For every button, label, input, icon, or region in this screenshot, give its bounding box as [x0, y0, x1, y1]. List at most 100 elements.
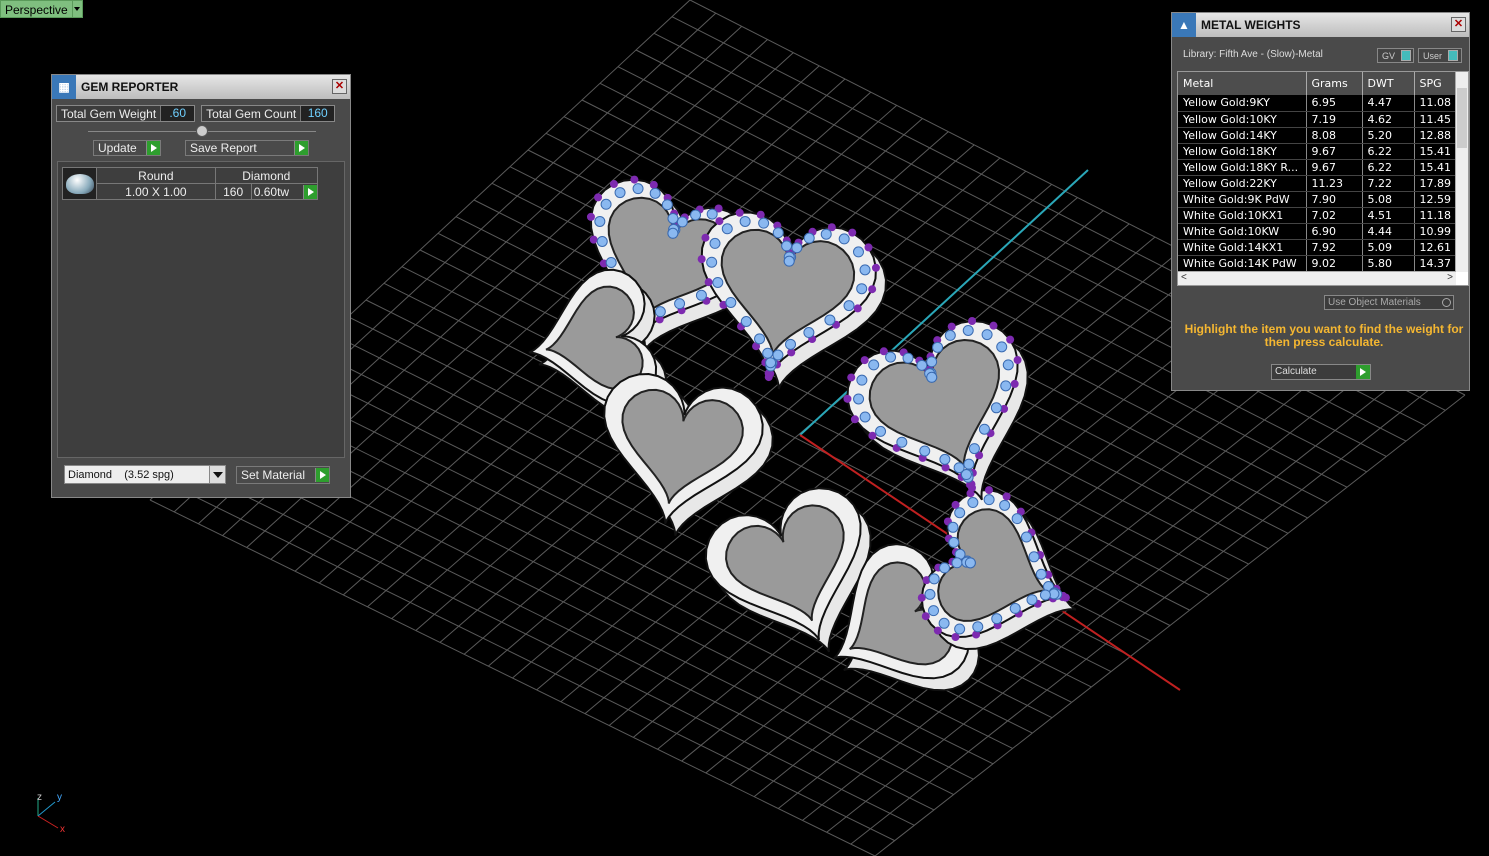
prong-gem	[701, 233, 710, 242]
diamond-gem	[991, 613, 1003, 625]
metal-table-container[interactable]: Metal Grams DWT SPG Yellow Gold:9KY 6.95 4.47…	[1177, 71, 1469, 286]
diamond-gem	[919, 445, 931, 457]
metal-table: Metal Grams DWT SPG Yellow Gold:9KY 6.95 4.47…	[1178, 72, 1459, 272]
table-row[interactable]: Yellow Gold:10KY 7.19 4.62 11.45	[1178, 111, 1459, 128]
diamond-gem	[972, 621, 984, 633]
table-cell: 9.02	[1306, 255, 1363, 272]
update-button[interactable]: Update	[93, 140, 161, 156]
diamond-gem	[885, 351, 897, 363]
table-row[interactable]: White Gold:9K PdW 7.90 5.08 12.59	[1178, 191, 1459, 208]
viewport-label[interactable]: Perspective	[0, 0, 83, 18]
user-toggle[interactable]: User	[1418, 48, 1462, 63]
prong-gem	[1010, 379, 1019, 388]
diamond-gem	[962, 324, 974, 336]
viewport-menu-arrow-icon[interactable]	[72, 0, 83, 18]
gem-weight: 0.60tw	[253, 184, 290, 199]
table-row[interactable]: Yellow Gold:18KY R... 9.67 6.22 15.41	[1178, 159, 1459, 176]
diamond-gem	[1028, 551, 1040, 563]
diamond-gem	[924, 588, 936, 600]
diamond-gem	[758, 217, 770, 229]
slider-handle[interactable]	[196, 125, 208, 137]
table-row[interactable]: Yellow Gold:9KY 6.95 4.47 11.08	[1178, 95, 1459, 112]
table-cell: Yellow Gold:22KY	[1178, 175, 1307, 192]
diamond-gem	[765, 357, 777, 369]
gem-row-detail[interactable]: 1.00 X 1.00 160 0.60tw	[63, 183, 319, 200]
table-cell: 8.08	[1306, 127, 1363, 144]
table-cell: 7.92	[1306, 239, 1363, 256]
3d-viewport[interactable]: Perspective ▦ GEM REPORTER ✕ Total Gem W…	[0, 0, 1489, 856]
gem-reporter-icon: ▦	[52, 75, 76, 99]
set-material-button[interactable]: Set Material	[236, 465, 330, 484]
diamond-gem	[859, 411, 871, 423]
gv-toggle[interactable]: GV	[1377, 48, 1414, 63]
diamond-gem	[803, 327, 815, 339]
calculate-button[interactable]: Calculate	[1271, 364, 1371, 380]
prong-gem	[847, 373, 856, 382]
close-icon[interactable]: ✕	[332, 79, 347, 94]
scroll-right-icon[interactable]: >	[1447, 272, 1453, 283]
table-cell: White Gold:10KW	[1178, 223, 1307, 240]
diamond-gem	[739, 215, 751, 227]
gem-count: 160	[214, 183, 252, 200]
metal-weights-title: METAL WEIGHTS	[1201, 18, 1301, 32]
table-row[interactable]: Yellow Gold:18KY 9.67 6.22 15.41	[1178, 143, 1459, 160]
prong-gem	[968, 317, 977, 326]
column-header[interactable]: SPG	[1414, 72, 1459, 95]
gem-row[interactable]: Round Diamond	[61, 167, 319, 200]
table-cell: Yellow Gold:9KY	[1178, 95, 1307, 112]
scrollbar-thumb[interactable]	[1457, 88, 1467, 148]
viewport-label-text[interactable]: Perspective	[0, 0, 73, 18]
table-row[interactable]: White Gold:10KW 6.90 4.44 10.99	[1178, 223, 1459, 240]
diamond-gem	[868, 359, 880, 371]
radio-icon[interactable]	[1442, 298, 1451, 307]
round-gem-icon	[65, 173, 94, 194]
gem-slider[interactable]	[88, 125, 316, 137]
column-header[interactable]: Metal	[1178, 72, 1307, 95]
vertical-scrollbar[interactable]	[1455, 72, 1468, 272]
table-row[interactable]: Yellow Gold:22KY 11.23 7.22 17.89	[1178, 175, 1459, 192]
diamond-gem	[996, 341, 1008, 353]
diamond-gem	[896, 436, 908, 448]
total-gem-count-value: 160	[300, 106, 335, 121]
diamond-gem	[939, 562, 951, 574]
diamond-gem	[1002, 359, 1014, 371]
table-cell: 7.90	[1306, 191, 1363, 208]
diamond-gem	[951, 557, 963, 569]
table-row[interactable]: Yellow Gold:14KY 8.08 5.20 12.88	[1178, 127, 1459, 144]
table-row[interactable]: White Gold:10KX1 7.02 4.51 11.18	[1178, 207, 1459, 224]
use-object-materials-label: Use Object Materials	[1328, 297, 1421, 308]
gem-reporter-titlebar[interactable]: ▦ GEM REPORTER ✕	[52, 75, 350, 99]
metal-weights-titlebar[interactable]: ▲ METAL WEIGHTS ✕	[1172, 13, 1469, 37]
save-report-button[interactable]: Save Report	[185, 140, 309, 156]
diamond-gem	[948, 536, 960, 548]
gizmo-y-label: y	[57, 792, 62, 803]
hint-text: Highlight the item you want to find the …	[1184, 322, 1464, 349]
diamond-gem	[1011, 513, 1023, 525]
close-icon[interactable]: ✕	[1451, 17, 1466, 32]
table-cell: 7.22	[1362, 175, 1415, 192]
prong-gem	[630, 175, 639, 184]
table-row[interactable]: White Gold:14KX1 7.92 5.09 12.61	[1178, 239, 1459, 256]
table-cell: 15.41	[1414, 159, 1459, 176]
prong-gem	[947, 322, 956, 331]
gem-size: 1.00 X 1.00	[96, 183, 216, 200]
diamond-gem	[605, 256, 617, 268]
horizontal-scrollbar[interactable]: < >	[1178, 271, 1456, 285]
material-select[interactable]: Diamond (3.52 spg)	[64, 465, 226, 484]
diamond-gem	[1035, 568, 1047, 580]
prong-gem	[933, 626, 942, 635]
diamond-gem	[928, 573, 940, 585]
total-gem-count-label: Total Gem Count	[206, 106, 297, 121]
column-header[interactable]: Grams	[1306, 72, 1363, 95]
gem-material: Diamond	[214, 167, 319, 184]
gem-row-go-icon[interactable]	[303, 185, 317, 199]
table-cell: Yellow Gold:14KY	[1178, 127, 1307, 144]
table-row[interactable]: White Gold:14K PdW 9.02 5.80 14.37	[1178, 255, 1459, 272]
gem-thumbnail[interactable]	[61, 167, 98, 200]
column-header[interactable]: DWT	[1362, 72, 1415, 95]
table-cell: 11.23	[1306, 175, 1363, 192]
prong-gem	[984, 486, 993, 495]
use-object-materials-toggle[interactable]: Use Object Materials	[1324, 295, 1454, 310]
chevron-down-icon[interactable]	[209, 466, 225, 483]
scroll-left-icon[interactable]: <	[1181, 272, 1187, 283]
